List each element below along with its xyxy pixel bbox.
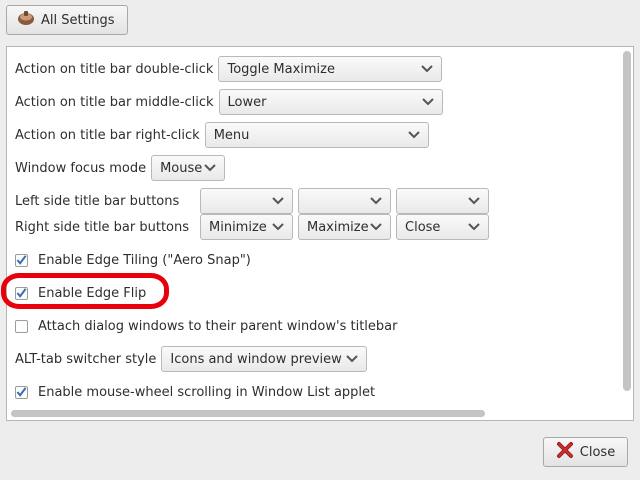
edge-flip-row[interactable]: Enable Edge Flip bbox=[15, 280, 146, 306]
chevron-down-icon bbox=[421, 65, 434, 73]
alt-tab-label: ALT-tab switcher style bbox=[15, 351, 157, 367]
middle-click-label: Action on title bar middle-click bbox=[15, 94, 214, 110]
right-button-1-combo[interactable]: Minimize bbox=[200, 214, 293, 240]
alt-tab-combo[interactable]: Icons and window preview bbox=[161, 346, 368, 372]
double-click-value: Toggle Maximize bbox=[227, 61, 335, 77]
close-label: Close bbox=[579, 444, 616, 460]
right-button-1-value: Minimize bbox=[209, 219, 267, 235]
left-button-2-combo[interactable] bbox=[298, 188, 391, 214]
edge-tiling-label: Enable Edge Tiling ("Aero Snap") bbox=[38, 252, 251, 268]
chevron-down-icon bbox=[468, 197, 480, 205]
right-buttons-row: Right side title bar buttons Minimize Ma… bbox=[15, 214, 494, 240]
edge-tiling-row[interactable]: Enable Edge Tiling ("Aero Snap") bbox=[15, 247, 251, 273]
right-button-3-value: Close bbox=[405, 219, 441, 235]
mouse-wheel-checkbox[interactable] bbox=[15, 385, 28, 399]
attach-dialogs-row[interactable]: Attach dialog windows to their parent wi… bbox=[15, 313, 397, 339]
right-button-2-combo[interactable]: Maximize bbox=[298, 214, 391, 240]
chevron-down-icon bbox=[346, 355, 359, 363]
left-buttons-label: Left side title bar buttons bbox=[15, 193, 180, 209]
chevron-down-icon bbox=[204, 164, 216, 172]
focus-mode-combo[interactable]: Mouse bbox=[151, 155, 226, 181]
checkmark-icon bbox=[16, 387, 27, 397]
alt-tab-value: Icons and window preview bbox=[170, 351, 342, 367]
settings-brush-icon bbox=[17, 10, 35, 30]
chevron-down-icon bbox=[370, 197, 382, 205]
left-button-1-combo[interactable] bbox=[200, 188, 293, 214]
chevron-down-icon bbox=[421, 98, 434, 106]
chevron-down-icon bbox=[272, 197, 284, 205]
close-icon bbox=[556, 441, 574, 463]
focus-mode-row: Window focus mode Mouse bbox=[15, 155, 230, 181]
focus-mode-value: Mouse bbox=[160, 160, 203, 176]
close-button[interactable]: Close bbox=[543, 437, 628, 467]
right-button-2-value: Maximize bbox=[307, 219, 369, 235]
attach-dialogs-label: Attach dialog windows to their parent wi… bbox=[38, 318, 398, 334]
left-button-3-combo[interactable] bbox=[396, 188, 489, 214]
middle-click-value: Lower bbox=[227, 94, 267, 110]
middle-click-combo[interactable]: Lower bbox=[218, 89, 443, 115]
checkmark-icon bbox=[16, 288, 27, 298]
double-click-row: Action on title bar double-click Toggle … bbox=[15, 56, 447, 82]
all-settings-button[interactable]: All Settings bbox=[6, 5, 128, 35]
double-click-combo[interactable]: Toggle Maximize bbox=[218, 56, 443, 82]
edge-tiling-checkbox[interactable] bbox=[15, 253, 28, 267]
right-buttons-label: Right side title bar buttons bbox=[15, 219, 190, 235]
mouse-wheel-row[interactable]: Enable mouse-wheel scrolling in Window L… bbox=[15, 379, 375, 405]
edge-flip-checkbox[interactable] bbox=[15, 286, 28, 300]
vertical-scrollbar[interactable] bbox=[623, 51, 631, 391]
right-click-combo[interactable]: Menu bbox=[204, 122, 429, 148]
right-click-label: Action on title bar right-click bbox=[15, 127, 200, 143]
chevron-down-icon bbox=[468, 223, 480, 231]
all-settings-label: All Settings bbox=[41, 12, 115, 28]
left-buttons-row: Left side title bar buttons bbox=[15, 188, 494, 214]
settings-panel: Action on title bar double-click Toggle … bbox=[6, 46, 634, 421]
middle-click-row: Action on title bar middle-click Lower bbox=[15, 89, 448, 115]
double-click-label: Action on title bar double-click bbox=[15, 61, 214, 77]
edge-flip-label: Enable Edge Flip bbox=[38, 285, 147, 301]
horizontal-scrollbar[interactable] bbox=[11, 410, 485, 417]
mouse-wheel-label: Enable mouse-wheel scrolling in Window L… bbox=[38, 384, 376, 400]
checkmark-icon bbox=[16, 255, 27, 265]
chevron-down-icon bbox=[272, 223, 284, 231]
alt-tab-row: ALT-tab switcher style Icons and window … bbox=[15, 346, 372, 372]
chevron-down-icon bbox=[370, 223, 382, 231]
chevron-down-icon bbox=[407, 131, 420, 139]
right-click-value: Menu bbox=[213, 127, 250, 143]
attach-dialogs-checkbox[interactable] bbox=[15, 319, 28, 333]
right-click-row: Action on title bar right-click Menu bbox=[15, 122, 434, 148]
focus-mode-label: Window focus mode bbox=[15, 160, 147, 176]
right-button-3-combo[interactable]: Close bbox=[396, 214, 489, 240]
